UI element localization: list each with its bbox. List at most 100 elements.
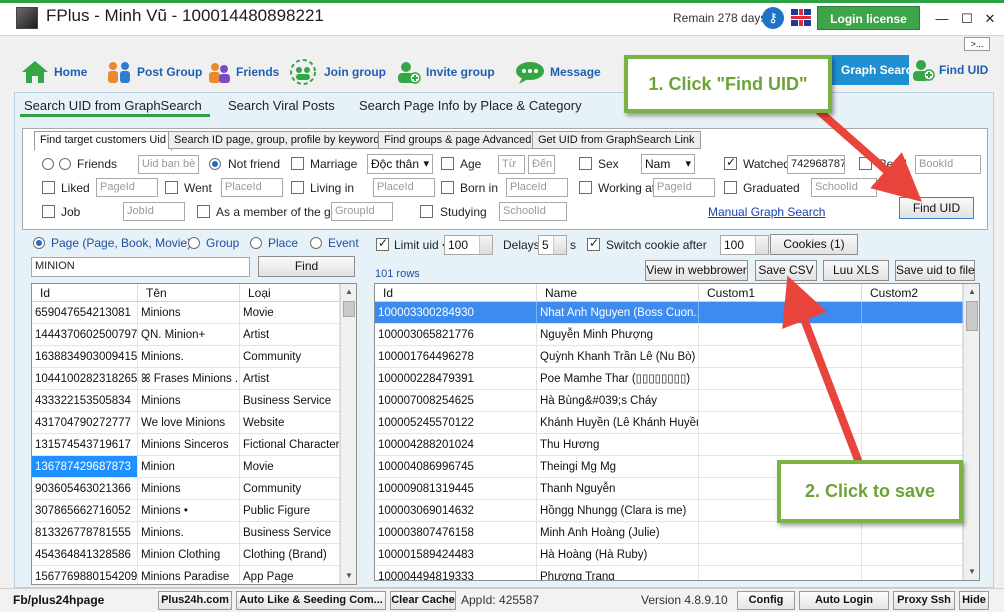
event-radio[interactable] — [310, 237, 322, 249]
nav-join-group[interactable]: Join group — [288, 59, 386, 85]
working-at-checkbox[interactable] — [579, 181, 592, 194]
table-row[interactable]: 100003300284930 Nhat Anh Nguyen (Boss Cuo… — [375, 302, 963, 324]
member-group-checkbox[interactable] — [197, 205, 210, 218]
marriage-select[interactable]: Độc thân — [367, 154, 433, 174]
keyword-search-input[interactable]: MINION — [31, 257, 250, 277]
table-row[interactable]: 659047654213081 Minions Movie — [32, 302, 340, 324]
tab-search-uid-graphsearch[interactable]: Search UID from GraphSearch — [24, 98, 202, 113]
watched-input[interactable]: 7429687873 — [787, 155, 845, 174]
auto-like-seeding-button[interactable]: Auto Like & Seeding Com... — [236, 591, 386, 610]
uid-results-grid[interactable]: Id Name Custom1 Custom2 100003300284930 N… — [374, 283, 980, 581]
graduated-input[interactable]: SchoolId — [811, 178, 877, 197]
table-row[interactable]: 100004288201024 Thu Hương — [375, 434, 963, 456]
col-header-custom1[interactable]: Custom1 — [699, 284, 862, 301]
living-in-input[interactable]: PlaceId — [373, 178, 435, 197]
table-row[interactable]: 1044100282318265 ꕤ Frases Minions ... Arti… — [32, 368, 340, 390]
table-row[interactable]: 1638834903009415 Minions. Community — [32, 346, 340, 368]
col-header-loai[interactable]: Loại — [240, 284, 340, 301]
tab-search-page-info[interactable]: Search Page Info by Place & Category — [359, 98, 582, 113]
table-row[interactable]: 1444370602500797 QN. Minion+ Artist — [32, 324, 340, 346]
friends-radio-b[interactable] — [59, 158, 71, 170]
hide-button[interactable]: Hide — [959, 591, 989, 610]
marriage-checkbox[interactable] — [291, 157, 304, 170]
proxy-ssh-button[interactable]: Proxy Ssh — [893, 591, 955, 610]
save-csv-button[interactable]: Save CSV — [755, 260, 817, 281]
clear-cache-button[interactable]: Clear Cache — [390, 591, 456, 610]
table-row[interactable]: 100004494819333 Phượng Trang — [375, 566, 963, 580]
limit-uid-checkbox[interactable] — [376, 236, 389, 251]
read-checkbox[interactable] — [859, 157, 872, 170]
nav-message[interactable]: Message — [514, 60, 601, 84]
sex-select[interactable]: Nam — [641, 154, 695, 174]
watched-checkbox[interactable] — [724, 155, 737, 170]
subtab-get-uid-from-link[interactable]: Get UID from GraphSearch Link — [532, 131, 701, 149]
table-row[interactable]: 307865662716052 Minions • Public Figure — [32, 500, 340, 522]
uk-flag-icon[interactable] — [791, 9, 811, 26]
age-checkbox[interactable] — [441, 157, 454, 170]
living-in-checkbox[interactable] — [291, 181, 304, 194]
subtab-search-id-by-keyword[interactable]: Search ID page, group, profile by keywor… — [168, 131, 386, 149]
config-button[interactable]: Config — [737, 591, 795, 610]
auto-login-button[interactable]: Auto Login — [799, 591, 889, 610]
scroll-thumb[interactable] — [966, 301, 978, 331]
table-row[interactable]: 131574543719617 Minions Sinceros Fictional… — [32, 434, 340, 456]
liked-input[interactable]: PageId — [96, 178, 158, 197]
scroll-up-icon[interactable]: ▲ — [341, 284, 356, 300]
view-in-browser-button[interactable]: View in webbrower — [645, 260, 748, 281]
went-checkbox[interactable] — [165, 181, 178, 194]
table-row[interactable]: 433322153505834 Minions Business Service — [32, 390, 340, 412]
scroll-up-icon[interactable]: ▲ — [964, 284, 979, 300]
subtab-find-groups-advanced[interactable]: Find groups & page Advanced — [378, 131, 538, 149]
job-checkbox[interactable] — [42, 205, 55, 218]
save-uid-to-file-button[interactable]: Save uid to file — [895, 260, 975, 281]
scroll-down-icon[interactable]: ▼ — [964, 564, 979, 580]
maximize-icon[interactable]: ☐ — [955, 9, 979, 29]
col-header-id[interactable]: Id — [32, 284, 138, 301]
table-row[interactable]: 903605463021366 Minions Community — [32, 478, 340, 500]
uid-grid-scrollbar[interactable]: ▲ ▼ — [963, 284, 979, 580]
sex-checkbox[interactable] — [579, 157, 592, 170]
find-button[interactable]: Find — [258, 256, 355, 277]
friends-uid-input[interactable]: Uid bạn bè — [138, 155, 199, 174]
plus24h-button[interactable]: Plus24h.com — [158, 591, 232, 610]
table-row[interactable]: 100001589424483 Hà Hoàng (Hà Ruby) — [375, 544, 963, 566]
friends-radio-a[interactable] — [42, 158, 54, 170]
tab-search-viral-posts[interactable]: Search Viral Posts — [228, 98, 335, 113]
table-row[interactable]: 100000228479391 Poe Mamhe Thar (▯▯▯▯▯▯▯▯) — [375, 368, 963, 390]
pages-grid[interactable]: Id Tên Loại 659047654213081 Minions Movie 1… — [31, 283, 357, 585]
table-row[interactable]: 454364841328586 Minion Clothing Clothing (… — [32, 544, 340, 566]
luu-xls-button[interactable]: Luu XLS — [823, 260, 889, 281]
nav-graph-search[interactable]: Graph Search — [829, 55, 909, 85]
working-at-input[interactable]: PageId — [653, 178, 715, 197]
switch-cookie-checkbox[interactable] — [587, 236, 600, 251]
age-from-input[interactable]: Từ — [498, 155, 525, 174]
delays-stepper[interactable]: 5 — [538, 235, 567, 255]
not-friend-radio[interactable] — [209, 158, 221, 170]
limit-uid-stepper[interactable]: 100 — [444, 235, 493, 255]
manual-graph-search-link[interactable]: Manual Graph Search — [708, 205, 825, 219]
table-row[interactable]: 813326778781555 Minions. Business Service — [32, 522, 340, 544]
find-uid-button[interactable]: Find UID — [899, 197, 974, 219]
nav-friends[interactable]: Friends — [206, 60, 279, 84]
table-row[interactable]: 100007008254625 Hà Bùng&#039;s Cháy — [375, 390, 963, 412]
studying-checkbox[interactable] — [420, 205, 433, 218]
subtab-find-target-customers[interactable]: Find target customers Uid — [34, 131, 172, 151]
table-row[interactable]: 431704790272777 We love Minions Website — [32, 412, 340, 434]
nav-invite-group[interactable]: Invite group — [394, 60, 495, 84]
age-to-input[interactable]: Đến — [528, 155, 555, 174]
table-row[interactable]: 100001764496278 Quỳnh Khanh Trần Lê (Nu B… — [375, 346, 963, 368]
pages-grid-scrollbar[interactable]: ▲ ▼ — [340, 284, 356, 584]
job-input[interactable]: JobId — [123, 202, 185, 221]
born-in-checkbox[interactable] — [441, 181, 454, 194]
table-row[interactable]: 100005245570122 Khánh Huyền (Lê Khánh Huy… — [375, 412, 963, 434]
place-radio[interactable] — [250, 237, 262, 249]
more-button[interactable]: >... — [964, 37, 990, 51]
graduated-checkbox[interactable] — [724, 181, 737, 194]
close-icon[interactable]: ✕ — [978, 9, 1002, 29]
nav-find-uid[interactable]: Find UID — [910, 57, 988, 83]
col-header-name[interactable]: Name — [537, 284, 699, 301]
studying-input[interactable]: SchoolId — [499, 202, 567, 221]
switch-cookie-stepper[interactable]: 100 — [720, 235, 769, 255]
went-input[interactable]: PlaceId — [221, 178, 283, 197]
key-icon[interactable]: ⚷ — [762, 7, 784, 29]
